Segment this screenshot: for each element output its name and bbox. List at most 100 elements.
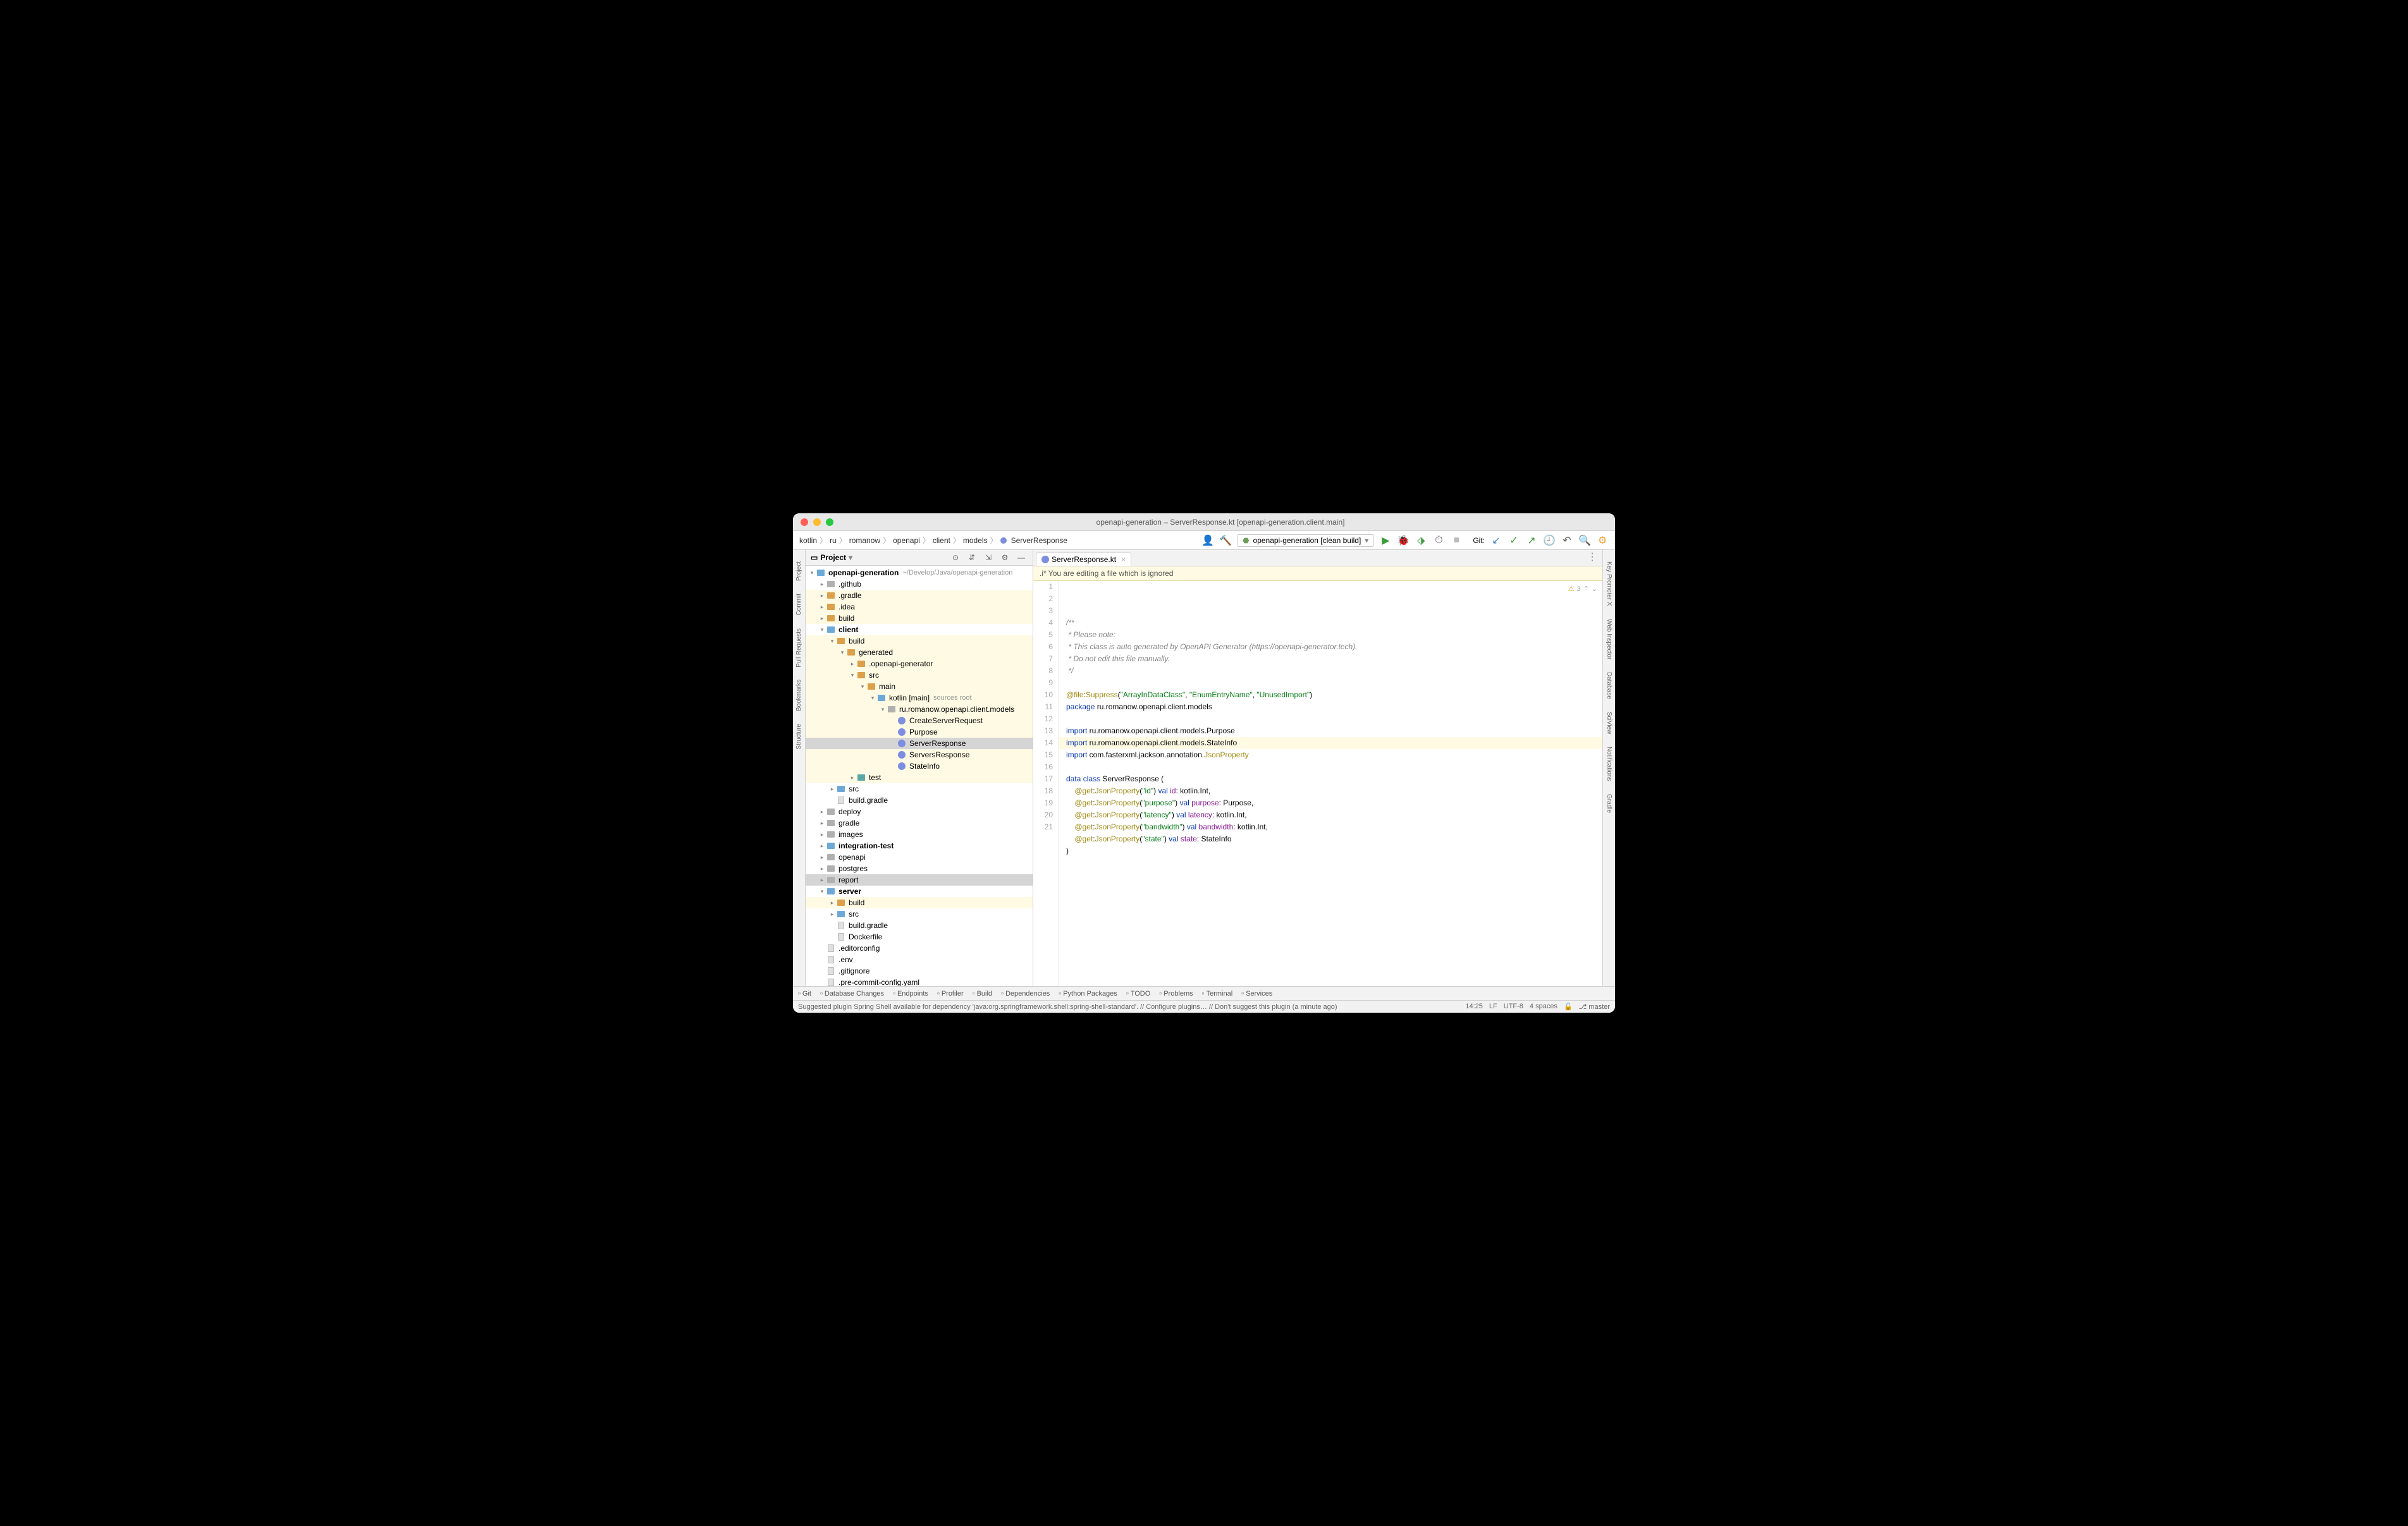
profile-button[interactable]: ⏱ [1432, 534, 1445, 547]
tool-services[interactable]: ▫Services [1241, 990, 1272, 998]
tree-item[interactable]: ▸deploy [806, 806, 1033, 817]
tool-terminal[interactable]: ▫Terminal [1202, 990, 1232, 998]
tree-item[interactable]: .env [806, 954, 1033, 965]
tool-project[interactable]: Project [796, 555, 802, 587]
tab-menu-icon[interactable]: ⋮ [1582, 550, 1602, 566]
tree-item[interactable]: StateInfo [806, 760, 1033, 772]
tree-item[interactable]: ▾generated [806, 647, 1033, 658]
tree-item[interactable]: Dockerfile [806, 931, 1033, 943]
tool-git[interactable]: ▫Git [798, 990, 811, 998]
vcs-history-icon[interactable]: 🕘 [1543, 534, 1556, 547]
collapse-all-icon[interactable]: ⇲ [982, 551, 995, 564]
tree-item[interactable]: ServerResponse [806, 738, 1033, 749]
tool-web-inspector[interactable]: Web Inspector [1606, 613, 1612, 666]
tree-root[interactable]: ▾openapi-generation~/Develop/Java/openap… [806, 567, 1033, 578]
build-icon[interactable]: 🔨 [1219, 534, 1232, 547]
search-icon[interactable]: 🔍 [1578, 534, 1591, 547]
tool-database-changes[interactable]: ▫Database Changes [820, 990, 884, 998]
breadcrumb-item[interactable]: ru [830, 536, 837, 545]
tool-gradle[interactable]: Gradle [1606, 788, 1612, 819]
tool-pull-requests[interactable]: Pull Requests [796, 622, 802, 674]
vcs-update-icon[interactable]: ↙ [1490, 534, 1502, 547]
tree-item[interactable]: ▸openapi [806, 852, 1033, 863]
code-editor[interactable]: 123456789101112131415161718192021 ⚠3 ⌃ ⌄… [1033, 581, 1602, 986]
status-indent[interactable]: 4 spaces [1530, 1003, 1557, 1011]
user-icon[interactable]: 👤 [1201, 534, 1214, 547]
tree-item[interactable]: ▸report [806, 874, 1033, 886]
maximize-window-button[interactable] [826, 518, 833, 526]
tool-dependencies[interactable]: ▫Dependencies [1001, 990, 1050, 998]
hide-panel-icon[interactable]: — [1015, 551, 1028, 564]
close-window-button[interactable] [801, 518, 808, 526]
tool-notifications[interactable]: Notifications [1606, 740, 1612, 787]
tree-item[interactable]: ▾server [806, 886, 1033, 897]
expand-all-icon[interactable]: ⇵ [966, 551, 978, 564]
tool-database[interactable]: Database [1606, 666, 1612, 705]
breadcrumb-item[interactable]: models [963, 536, 988, 545]
breadcrumb-item[interactable]: client [933, 536, 950, 545]
breadcrumb-item[interactable]: ServerResponse [1011, 536, 1067, 545]
tab-serverresponse[interactable]: ServerResponse.kt × [1036, 552, 1131, 566]
tree-item[interactable]: ▸integration-test [806, 840, 1033, 852]
select-opened-icon[interactable]: ⊙ [949, 551, 962, 564]
inspect-down-icon[interactable]: ⌄ [1592, 583, 1597, 595]
tree-item[interactable]: CreateServerRequest [806, 715, 1033, 726]
close-tab-icon[interactable]: × [1121, 555, 1126, 564]
tree-item[interactable]: ▸.gradle [806, 590, 1033, 601]
tool-python-packages[interactable]: ▫Python Packages [1059, 990, 1117, 998]
coverage-button[interactable]: ⬗ [1415, 534, 1427, 547]
breadcrumb-item[interactable]: romanow [849, 536, 880, 545]
tree-item[interactable]: ▸images [806, 829, 1033, 840]
tool-key-promoter-x[interactable]: Key Promoter X [1606, 555, 1612, 613]
tree-item[interactable]: ▾ru.romanow.openapi.client.models [806, 704, 1033, 715]
tree-item[interactable]: ▾kotlin [main]sources root [806, 692, 1033, 704]
tree-item[interactable]: ▾main [806, 681, 1033, 692]
tree-item[interactable]: ▸postgres [806, 863, 1033, 874]
tree-item[interactable]: .gitignore [806, 965, 1033, 977]
vcs-rollback-icon[interactable]: ↶ [1561, 534, 1573, 547]
status-branch[interactable]: ⎇ master [1579, 1003, 1610, 1011]
tree-item[interactable]: .editorconfig [806, 943, 1033, 954]
status-charset[interactable]: UTF-8 [1504, 1003, 1523, 1011]
tool-build[interactable]: ▫Build [973, 990, 992, 998]
tool-sciview[interactable]: SciView [1606, 705, 1612, 740]
project-tree[interactable]: ▾openapi-generation~/Develop/Java/openap… [806, 566, 1033, 986]
tree-item[interactable]: .pre-commit-config.yaml [806, 977, 1033, 986]
tree-item[interactable]: Purpose [806, 726, 1033, 738]
minimize-window-button[interactable] [813, 518, 821, 526]
tree-item[interactable]: ▸.idea [806, 601, 1033, 613]
settings-icon[interactable]: ⚙ [1596, 534, 1609, 547]
tree-item[interactable]: ServersResponse [806, 749, 1033, 760]
panel-settings-icon[interactable]: ⚙ [998, 551, 1011, 564]
tree-item[interactable]: ▸build [806, 613, 1033, 624]
tree-item[interactable]: ▾client [806, 624, 1033, 635]
status-readonly-icon[interactable]: 🔓 [1564, 1003, 1573, 1011]
status-line-separator[interactable]: LF [1489, 1003, 1497, 1011]
vcs-push-icon[interactable]: ↗ [1525, 534, 1538, 547]
tree-item[interactable]: ▾src [806, 669, 1033, 681]
tree-item[interactable]: build.gradle [806, 795, 1033, 806]
run-button[interactable]: ▶ [1379, 534, 1392, 547]
tree-item[interactable]: ▸test [806, 772, 1033, 783]
tree-item[interactable]: ▾build [806, 635, 1033, 647]
debug-button[interactable]: 🐞 [1397, 534, 1410, 547]
code-content[interactable]: ⚠3 ⌃ ⌄ /** * Please note: * This class i… [1059, 581, 1602, 986]
tree-item[interactable]: ▸gradle [806, 817, 1033, 829]
tree-item[interactable]: ▸.github [806, 578, 1033, 590]
tree-item[interactable]: build.gradle [806, 920, 1033, 931]
tool-problems[interactable]: ▫Problems [1159, 990, 1193, 998]
tool-structure[interactable]: Structure [796, 717, 802, 756]
vcs-commit-icon[interactable]: ✓ [1508, 534, 1520, 547]
tool-profiler[interactable]: ▫Profiler [937, 990, 964, 998]
tool-todo[interactable]: ▫TODO [1126, 990, 1150, 998]
breadcrumb-item[interactable]: openapi [893, 536, 920, 545]
tool-commit[interactable]: Commit [796, 587, 802, 621]
tree-item[interactable]: ▸build [806, 897, 1033, 908]
tree-item[interactable]: ▸src [806, 783, 1033, 795]
breadcrumb-item[interactable]: kotlin [799, 536, 817, 545]
inspection-widget[interactable]: ⚠3 ⌃ ⌄ [1568, 583, 1597, 595]
stop-button[interactable]: ■ [1450, 534, 1463, 547]
run-configuration-select[interactable]: ⬣ openapi-generation [clean build] ▾ [1237, 534, 1374, 547]
inspect-up-icon[interactable]: ⌃ [1583, 583, 1589, 595]
tool-bookmarks[interactable]: Bookmarks [796, 673, 802, 717]
